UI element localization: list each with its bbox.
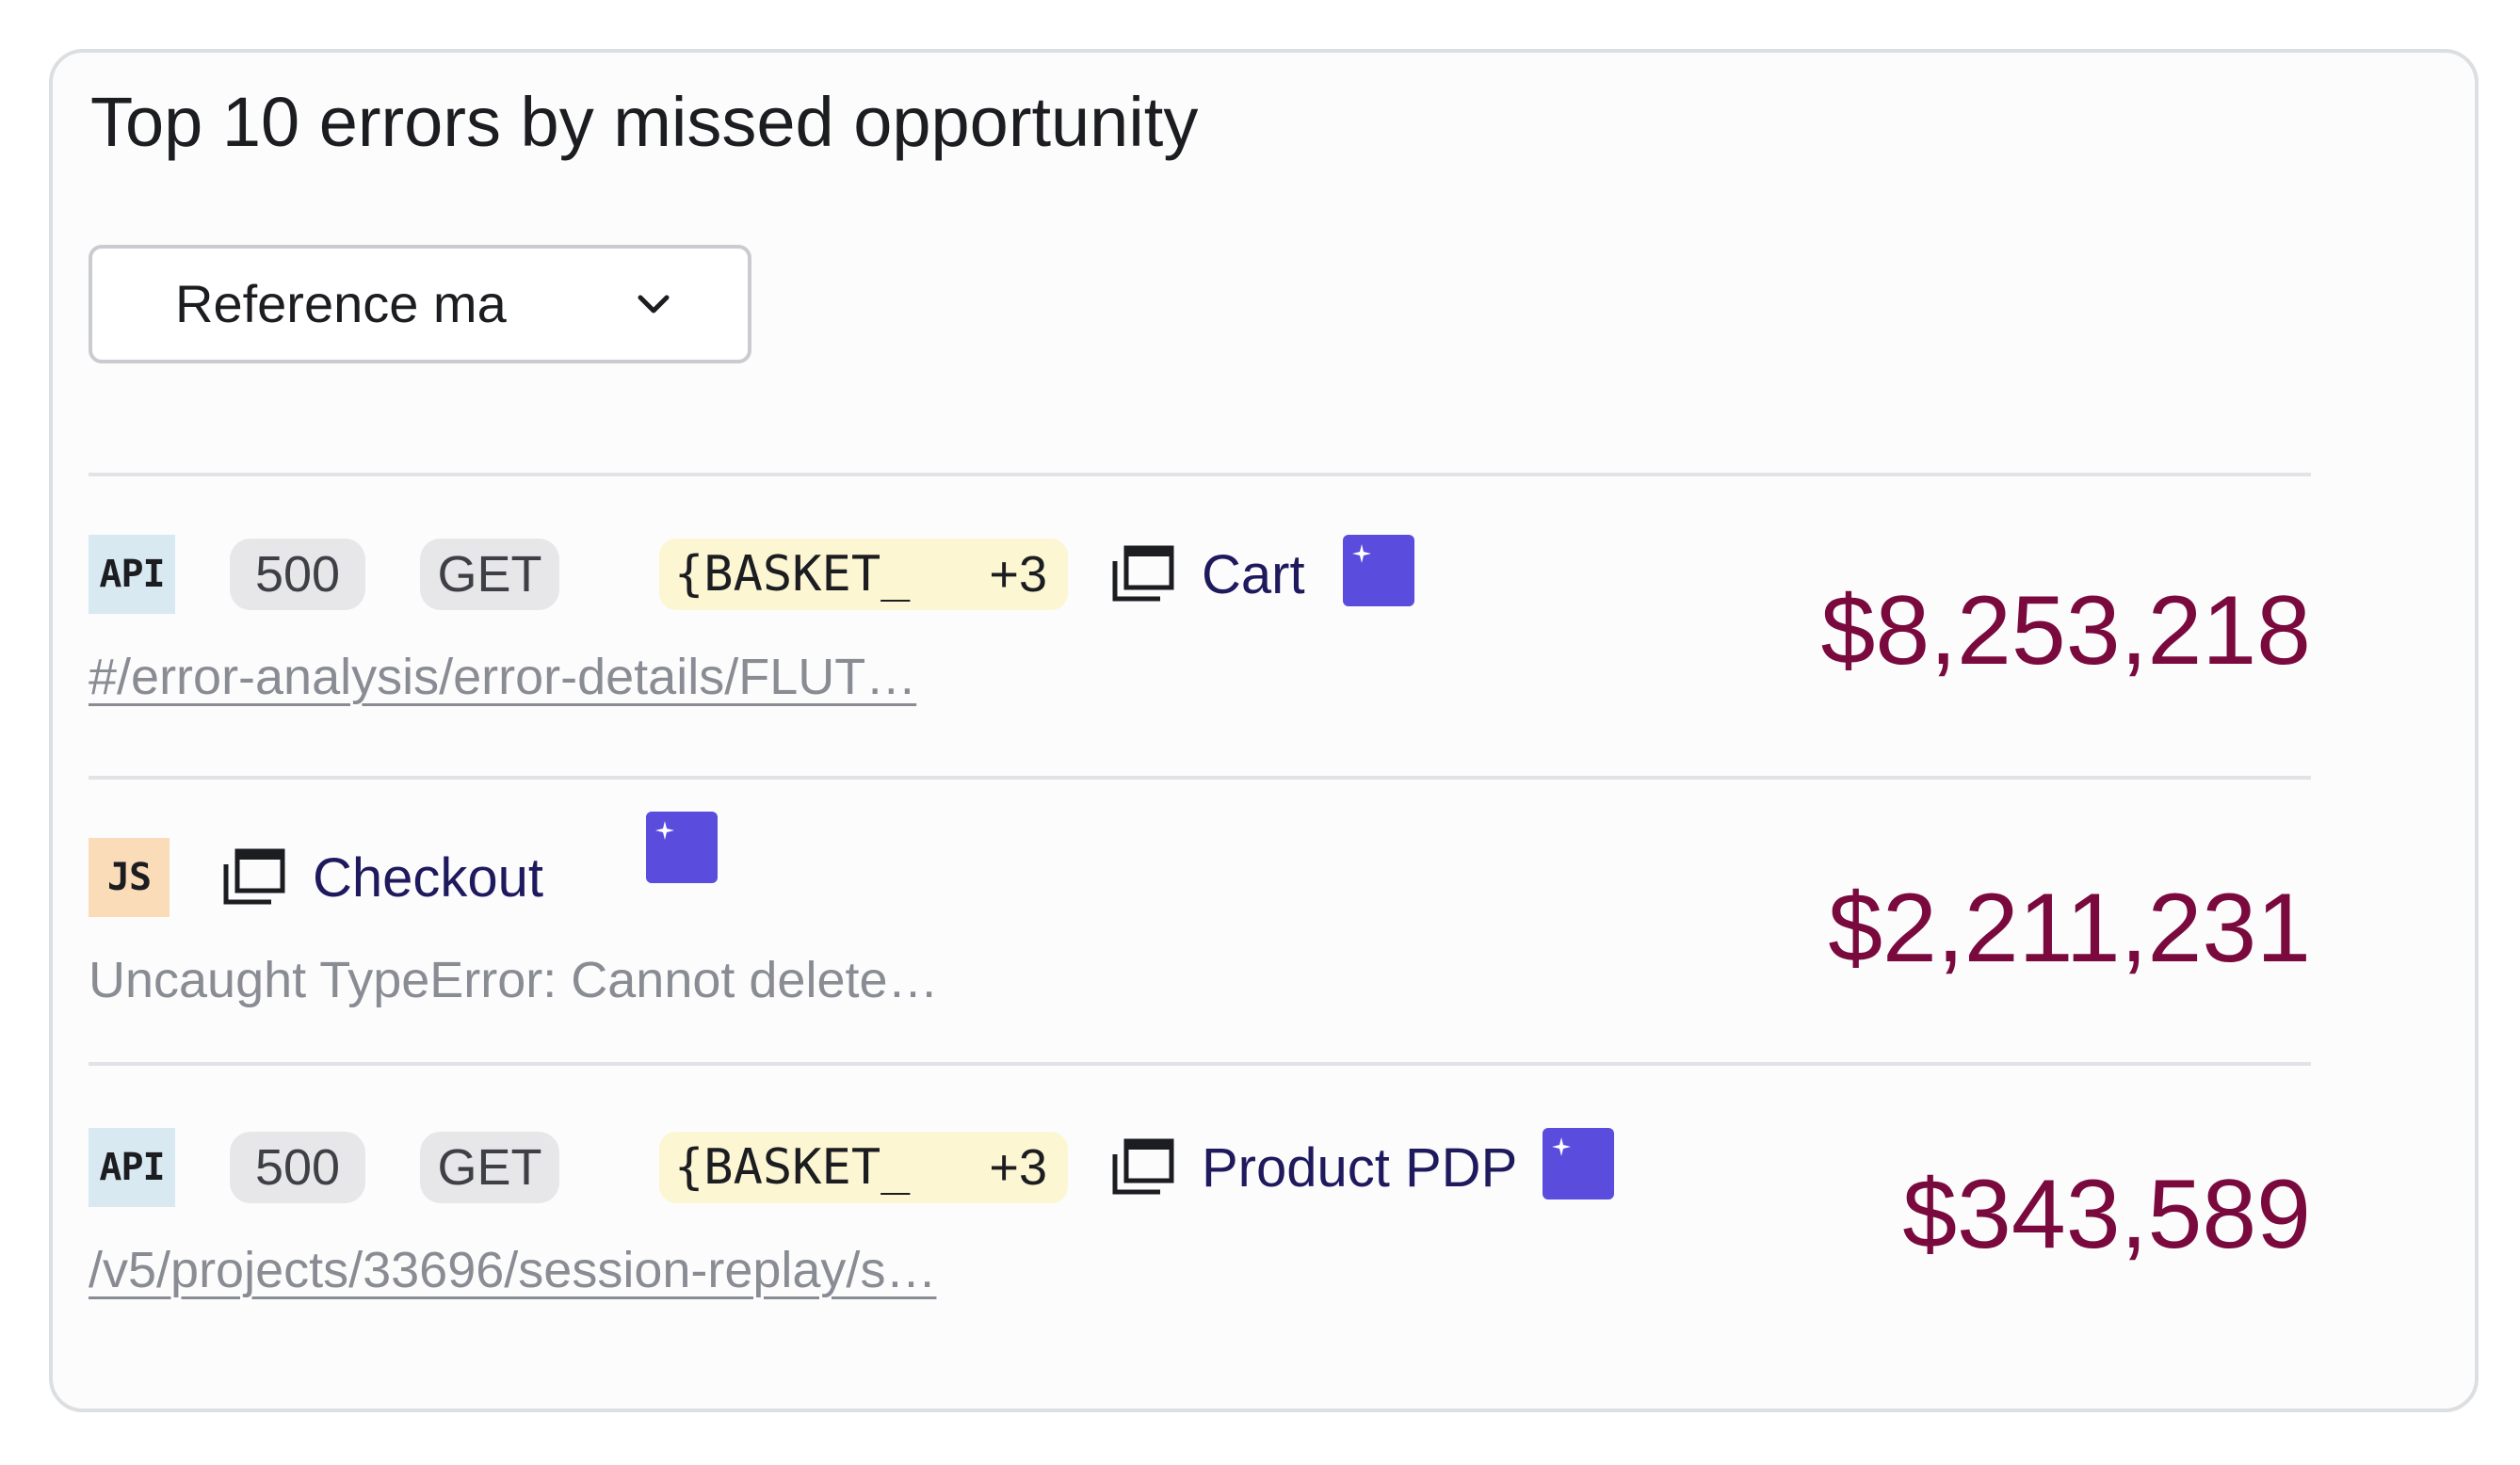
param-tag-label: {BASKET_ [674, 1139, 911, 1196]
row-divider [89, 1062, 2311, 1066]
page-label: Product PDP [1202, 1136, 1518, 1199]
chevron-down-icon [638, 295, 670, 314]
status-code-tag: 500 [230, 539, 365, 610]
error-row[interactable]: API 500 GET {BASKET_ +3 Cart #/error-ana… [89, 535, 2311, 781]
page-stack-icon [1112, 1138, 1174, 1195]
param-tag-extra: +3 [989, 546, 1047, 603]
badge-label: API [99, 553, 165, 596]
ai-insight-button[interactable] [1343, 535, 1414, 606]
page-label: Checkout [313, 846, 544, 909]
param-tag-extra: +3 [989, 1139, 1047, 1196]
status-code-tag: 500 [230, 1132, 365, 1203]
js-badge: JS [89, 838, 170, 917]
page-link-checkout[interactable]: Checkout [220, 840, 543, 915]
error-row[interactable]: API 500 GET {BASKET_ +3 Product PDP /v5/… [89, 1128, 2311, 1346]
widget-title: Top 10 errors by missed opportunity [90, 83, 1199, 161]
page-link-product-pdp[interactable]: Product PDP [1109, 1130, 1517, 1205]
missed-opportunity-amount: $8,253,218 [1820, 576, 2311, 685]
param-tag-label: {BASKET_ [674, 546, 911, 603]
dropdown-selected-value: Reference ma [175, 274, 507, 333]
row-divider [89, 473, 2311, 476]
sparkle-icon [1552, 1137, 1571, 1156]
error-detail-link[interactable]: /v5/projects/33696/session-replay/s… [89, 1241, 936, 1299]
missed-opportunity-amount: $343,589 [1902, 1160, 2311, 1269]
error-detail-link[interactable]: #/error-analysis/error-details/FLUT… [89, 648, 916, 706]
ai-insight-button[interactable] [1543, 1128, 1614, 1199]
http-method-tag: GET [420, 539, 559, 610]
badge-label: JS [106, 856, 152, 899]
page-stack-icon [223, 848, 285, 905]
sparkle-icon [655, 821, 674, 840]
page-link-cart[interactable]: Cart [1109, 537, 1305, 612]
reference-dropdown[interactable]: Reference ma [89, 245, 751, 363]
http-method-tag: GET [420, 1132, 559, 1203]
param-tag: {BASKET_ +3 [659, 1132, 1068, 1203]
missed-opportunity-amount: $2,211,231 [1828, 874, 2311, 983]
row-divider [89, 776, 2311, 780]
ai-insight-button[interactable] [646, 812, 718, 883]
error-row[interactable]: JS Checkout Uncaught TypeError: Cannot d… [89, 812, 2311, 1056]
api-badge: API [89, 535, 175, 614]
sparkle-icon [1352, 544, 1371, 563]
page-label: Cart [1202, 543, 1305, 605]
badge-label: API [99, 1146, 165, 1189]
error-message: Uncaught TypeError: Cannot delete… [89, 952, 939, 1008]
param-tag: {BASKET_ +3 [659, 539, 1068, 610]
api-badge: API [89, 1128, 175, 1207]
page-stack-icon [1112, 545, 1174, 602]
